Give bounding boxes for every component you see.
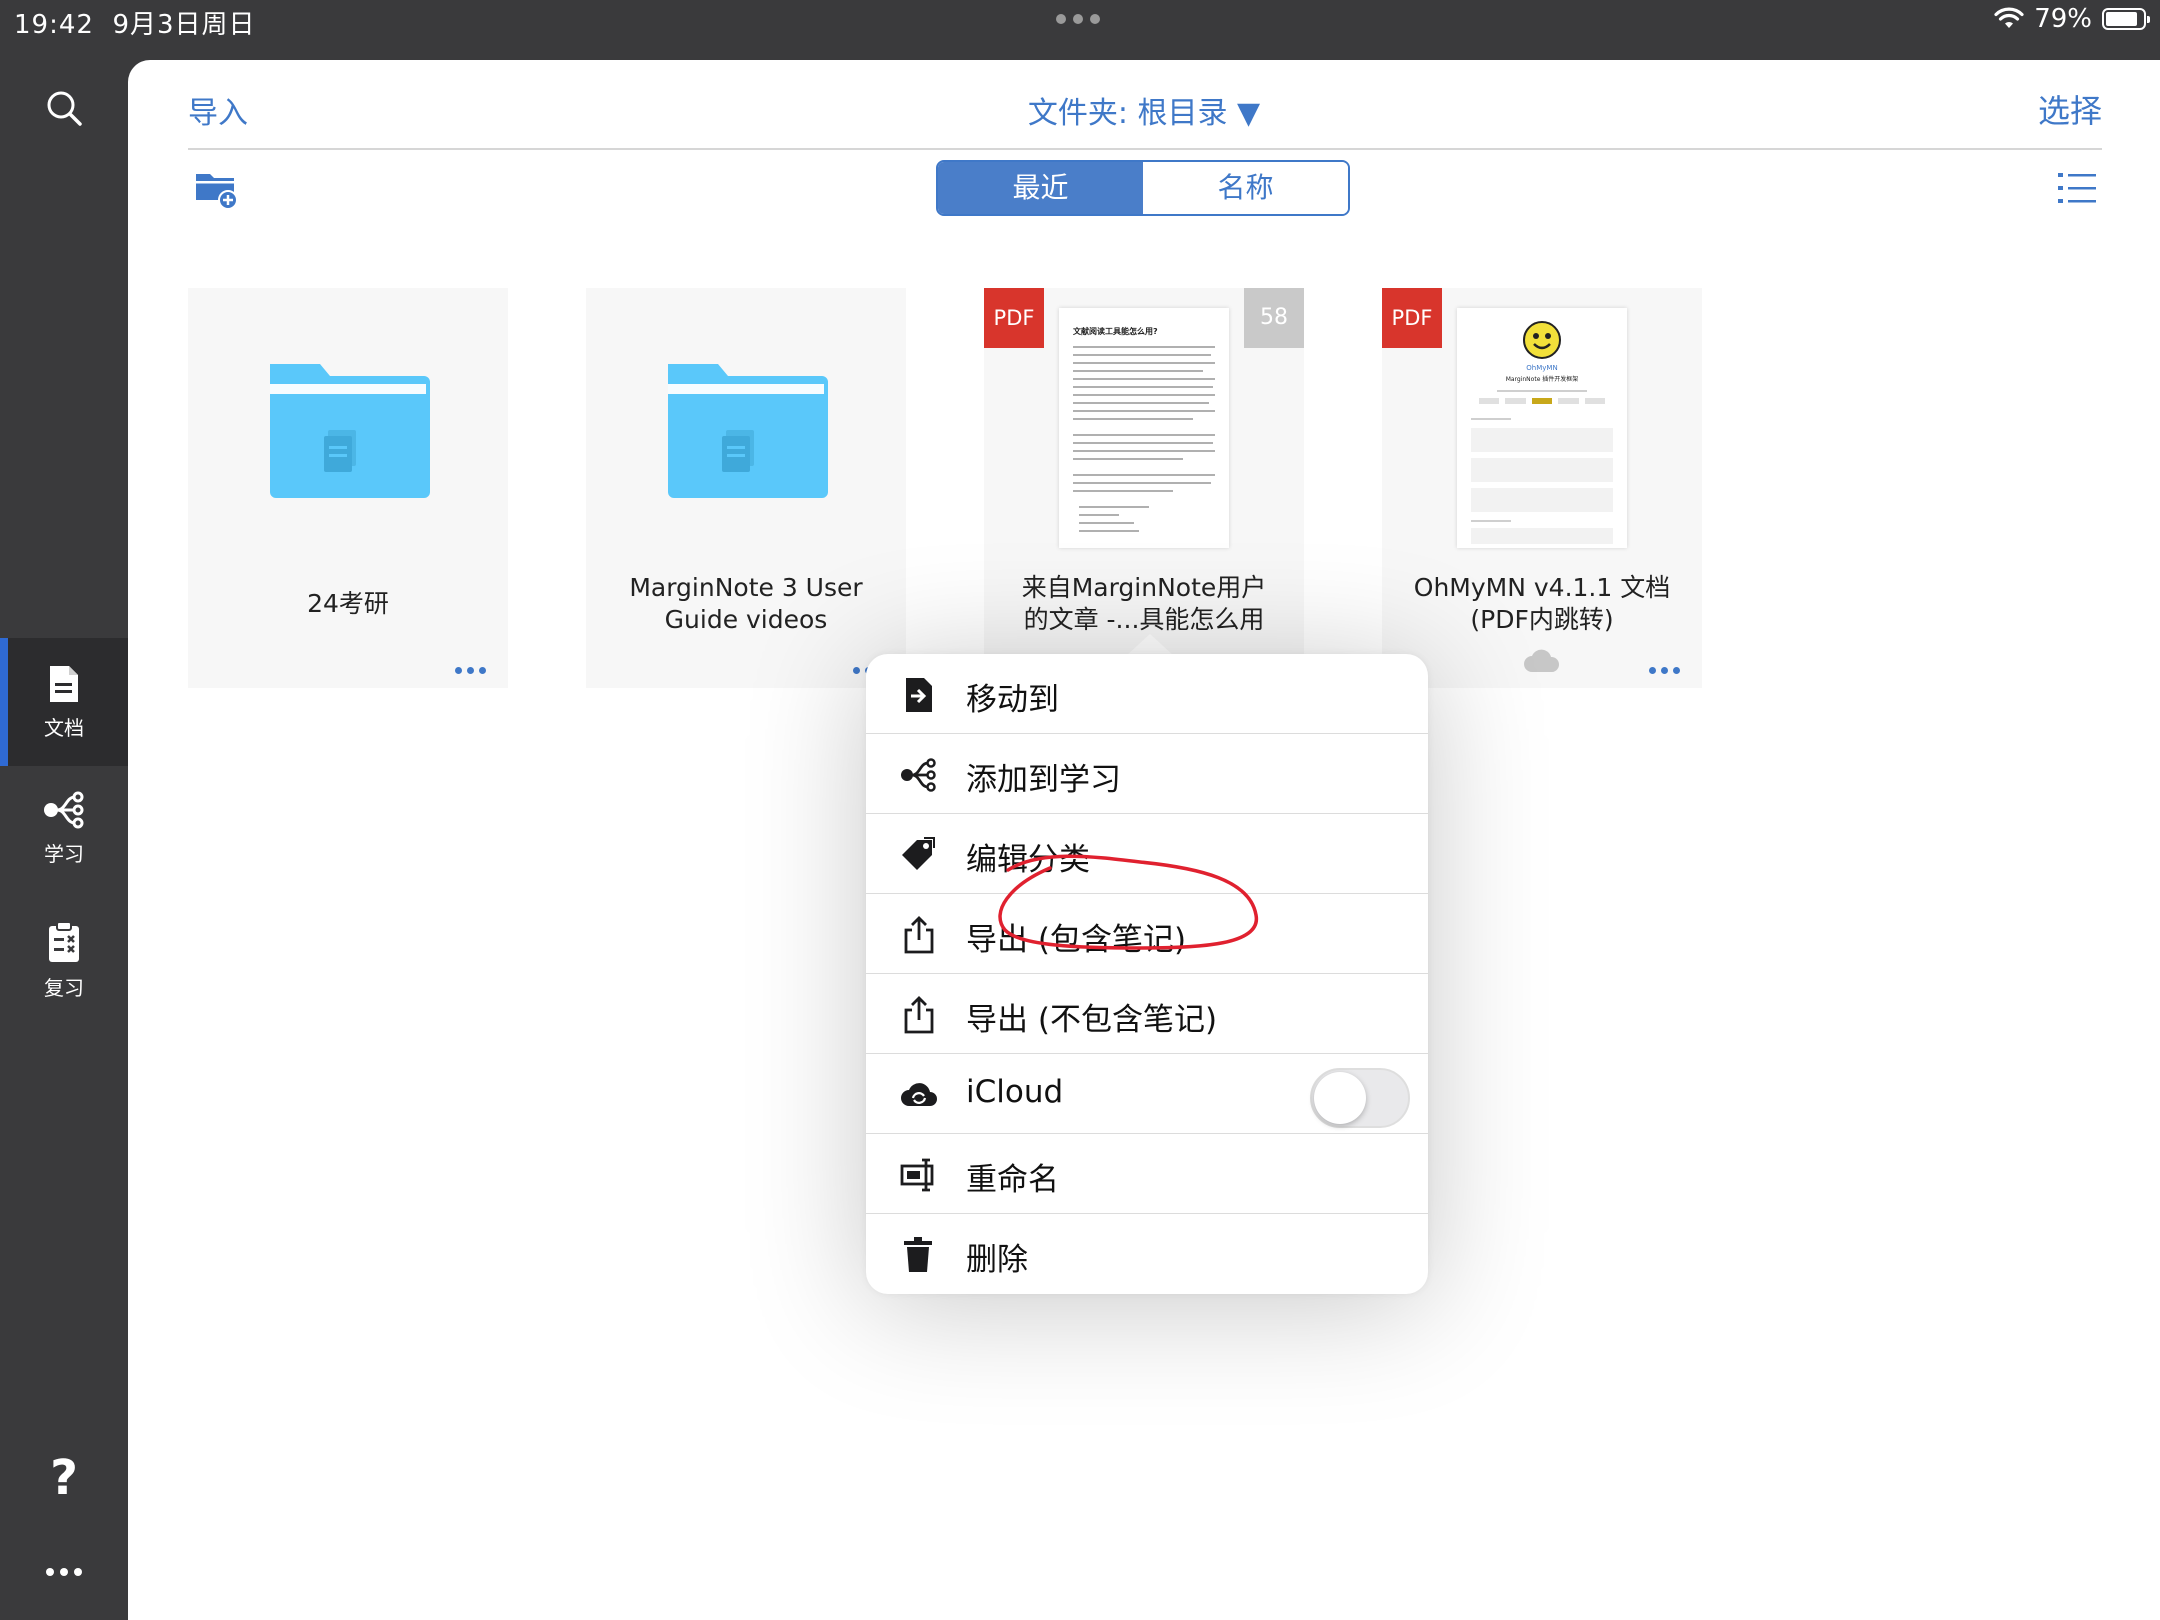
more-icon [46, 1568, 82, 1576]
list-icon [2058, 173, 2096, 203]
card-more-button[interactable] [1649, 667, 1680, 674]
pdf-badge: PDF [1382, 288, 1442, 348]
pdf-card-ohmymn[interactable]: OhMyMN MarginNote 插件开发框架 PDF OhMyMN v4.1… [1382, 288, 1702, 688]
move-to-icon [906, 678, 932, 712]
pdf-card-article[interactable]: 文献阅读工具能怎么用? PDF 58 来自MarginNote用户 的文章 -.… [984, 288, 1304, 688]
help-icon: ? [50, 1450, 78, 1506]
sidebar-item-documents[interactable]: 文档 [0, 638, 128, 766]
context-menu: 移动到 添加到学习 编辑分类 导出 (包含笔记) 导出 (不包含笔记) iClo… [866, 654, 1428, 1294]
select-button[interactable]: 选择 [2038, 86, 2102, 132]
menu-item-icloud: iCloud [866, 1054, 1428, 1134]
menu-item-export-without-notes[interactable]: 导出 (不包含笔记) [866, 974, 1428, 1054]
new-folder-button[interactable] [194, 168, 240, 214]
search-icon [47, 91, 82, 126]
menu-item-rename[interactable]: 重命名 [866, 1134, 1428, 1214]
tag-icon [902, 837, 935, 870]
help-button[interactable]: ? [0, 1450, 128, 1510]
more-button[interactable] [0, 1562, 128, 1592]
share-icon [904, 916, 934, 954]
status-right: 79% [1994, 4, 2150, 34]
sidebar-item-study[interactable]: 学习 [0, 790, 128, 890]
share-icon [904, 996, 934, 1034]
sidebar: 文档 学习 复习 ? [0, 60, 128, 1620]
divider [188, 148, 2102, 150]
icloud-toggle[interactable] [1310, 1068, 1410, 1128]
menu-item-edit-category[interactable]: 编辑分类 [866, 814, 1428, 894]
menu-item-delete[interactable]: 删除 [866, 1214, 1428, 1294]
new-folder-icon [196, 174, 238, 210]
rename-icon [900, 1158, 934, 1192]
page-count-badge: 58 [1244, 288, 1304, 348]
search-button[interactable] [0, 80, 128, 150]
pdf-badge: PDF [984, 288, 1044, 348]
card-title: 来自MarginNote用户 的文章 -...具能怎么用 [1021, 573, 1267, 634]
battery-percent: 79% [2034, 4, 2092, 34]
folder-icon [270, 364, 430, 498]
battery-icon [2102, 8, 2150, 30]
folder-card-guide-videos[interactable]: MarginNote 3 User Guide videos [586, 288, 906, 688]
menu-item-add-to-study[interactable]: 添加到学习 [866, 734, 1428, 814]
sidebar-item-review[interactable]: 复习 [0, 920, 128, 1020]
wifi-icon [1994, 7, 2024, 28]
sort-recent-tab[interactable]: 最近 [938, 162, 1143, 214]
card-title: MarginNote 3 User Guide videos [629, 573, 863, 634]
sidebar-item-label: 学习 [44, 842, 84, 866]
card-title: OhMyMN v4.1.1 文档 (PDF内跳转) [1413, 573, 1671, 634]
document-icon [50, 666, 78, 702]
sidebar-item-label: 文档 [44, 716, 84, 740]
multitask-dots-icon[interactable] [1056, 14, 1100, 24]
sort-segmented-control: 最近 名称 [936, 160, 1350, 216]
mindmap-icon [44, 791, 84, 829]
folder-selector[interactable]: 文件夹: 根目录 ▼ [128, 88, 2160, 132]
top-bar: 导入 文件夹: 根目录 ▼ 选择 [128, 60, 2160, 150]
status-time: 19:42 9月3日周日 [14, 10, 256, 40]
card-more-button[interactable] [455, 667, 486, 674]
icloud-icon [901, 1083, 937, 1106]
menu-item-move-to[interactable]: 移动到 [866, 654, 1428, 734]
popover-arrow [1126, 634, 1174, 656]
clipboard-icon [49, 921, 79, 962]
folder-icon [668, 364, 828, 498]
folder-card-24kaoyan[interactable]: 24考研 [188, 288, 508, 688]
card-title: 24考研 [307, 589, 389, 618]
trash-icon [904, 1237, 932, 1272]
smiley-logo-icon [1523, 321, 1561, 359]
cloud-icon [1524, 649, 1560, 672]
sort-name-tab[interactable]: 名称 [1143, 162, 1348, 214]
status-bar: 19:42 9月3日周日 79% [0, 0, 2160, 60]
list-view-button[interactable] [2058, 172, 2096, 208]
mindmap-icon [901, 758, 936, 792]
pdf-thumbnail: OhMyMN MarginNote 插件开发框架 [1457, 308, 1627, 548]
sidebar-item-label: 复习 [44, 976, 84, 1000]
pdf-thumbnail: 文献阅读工具能怎么用? [1059, 308, 1229, 548]
menu-item-export-with-notes[interactable]: 导出 (包含笔记) [866, 894, 1428, 974]
